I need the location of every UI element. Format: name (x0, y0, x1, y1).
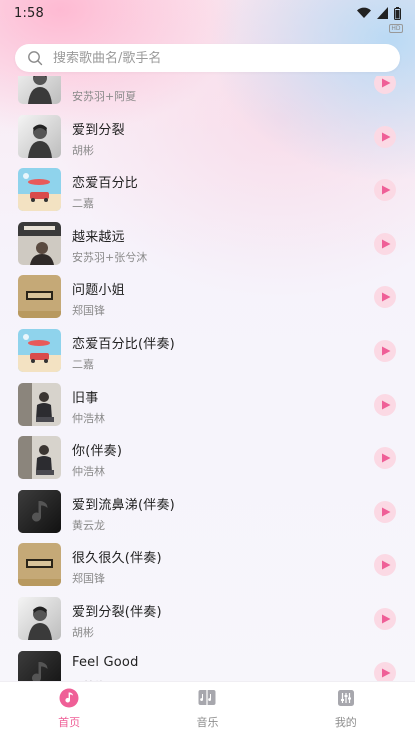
play-icon (382, 132, 391, 142)
play-icon (382, 453, 391, 463)
album-cover-image (18, 489, 61, 533)
song-title: 越来越远 (72, 229, 125, 245)
tab-mine[interactable]: 我的 (301, 682, 391, 739)
equalizer-icon (337, 690, 354, 706)
music-book-icon (198, 690, 216, 705)
song-row[interactable]: 很久很久(伴奏) 郑国锋 (0, 537, 415, 591)
song-artist: 郑国锋 (72, 572, 105, 586)
signal-icon (377, 7, 388, 19)
song-artist: 二嘉 (72, 357, 94, 371)
hd-badge: HD (389, 24, 403, 33)
play-button[interactable] (374, 232, 396, 255)
play-icon (382, 292, 391, 302)
song-list: 安苏羽+阿夏 爱到分裂 胡彬 恋爱百分比 二嘉 越来越远 安苏羽+张兮沐 问题小姐 郑国锋 恋爱百… (0, 76, 415, 681)
song-row[interactable]: 爱到流鼻涕(伴奏) 黄云龙 (0, 484, 415, 538)
play-icon (382, 400, 391, 410)
music-note-icon (59, 688, 79, 708)
song-row[interactable]: 问题小姐 郑国锋 (0, 269, 415, 323)
song-artist: 胡彬 (72, 625, 94, 639)
song-artist: 郑国锋 (72, 304, 105, 318)
song-row[interactable]: 你(伴奏) 仲浩林 (0, 430, 415, 484)
song-row[interactable]: 恋爱百分比 二嘉 (0, 162, 415, 216)
album-cover-image (18, 168, 61, 212)
play-button[interactable] (374, 500, 396, 523)
song-title: 爱到流鼻涕(伴奏) (72, 497, 175, 513)
song-row[interactable]: 爱到分裂(伴奏) 胡彬 (0, 591, 415, 645)
play-icon (382, 614, 391, 624)
song-title: 你(伴奏) (72, 444, 123, 460)
wifi-icon (357, 7, 371, 19)
play-icon (382, 239, 391, 249)
search-bar[interactable] (15, 44, 400, 72)
play-button[interactable] (374, 286, 396, 309)
status-icons (357, 6, 401, 20)
play-icon (382, 185, 391, 195)
song-row[interactable]: 越来越远安苏羽+张兮沐 (0, 216, 415, 270)
album-cover-image (18, 328, 61, 372)
play-icon (382, 668, 391, 678)
bottom-tab-bar: 首页 音乐 我的 (0, 681, 415, 739)
song-artist: 安苏羽+阿夏 (72, 90, 137, 103)
song-artist: 二嘉 (72, 197, 94, 211)
album-cover-image (18, 76, 61, 104)
tab-music-label: 音乐 (196, 716, 219, 729)
play-button[interactable] (374, 554, 396, 577)
song-artist: 黄云龙 (72, 518, 105, 532)
song-row[interactable]: Feel Good周某伦 (0, 645, 415, 681)
status-bar: 1:58 (0, 0, 415, 26)
play-button[interactable] (374, 607, 396, 630)
play-icon (382, 346, 391, 356)
song-title: 爱到分裂(伴奏) (72, 604, 162, 620)
play-icon (382, 507, 391, 517)
song-title: 很久很久(伴奏) (72, 551, 162, 567)
album-cover-image (18, 650, 61, 681)
battery-icon (394, 6, 401, 20)
play-button[interactable] (374, 125, 396, 148)
tab-home-label: 首页 (58, 716, 81, 729)
album-cover-image (18, 382, 61, 426)
song-title: 恋爱百分比(伴奏) (72, 336, 175, 352)
song-title: 恋爱百分比 (72, 176, 139, 192)
song-title: 旧事 (72, 390, 99, 406)
song-artist: 仲浩林 (72, 465, 105, 479)
song-row[interactable]: 恋爱百分比(伴奏) 二嘉 (0, 323, 415, 377)
album-cover-image (18, 596, 61, 640)
play-button[interactable] (374, 393, 396, 416)
status-time: 1:58 (14, 5, 44, 21)
song-row[interactable]: 旧事 仲浩林 (0, 377, 415, 431)
tab-music[interactable]: 音乐 (162, 682, 252, 739)
song-title: 问题小姐 (72, 283, 125, 299)
song-artist: 安苏羽+张兮沐 (72, 250, 148, 264)
play-button[interactable] (374, 661, 396, 681)
tab-home[interactable]: 首页 (24, 682, 114, 739)
song-title: 爱到分裂 (72, 122, 125, 138)
album-cover-image (18, 275, 61, 319)
album-cover-image (18, 114, 61, 158)
search-input[interactable] (53, 50, 353, 66)
album-cover-image (18, 436, 61, 480)
album-cover-image (18, 221, 61, 265)
song-row[interactable]: 爱到分裂 胡彬 (0, 109, 415, 163)
song-list-viewport[interactable]: 安苏羽+阿夏 爱到分裂 胡彬 恋爱百分比 二嘉 越来越远 安苏羽+张兮沐 问题小姐 郑国锋 恋爱百… (0, 76, 415, 681)
album-cover-image (18, 543, 61, 587)
play-icon (382, 560, 391, 570)
play-button[interactable] (374, 447, 396, 470)
song-artist: 胡彬 (72, 143, 94, 157)
search-icon (28, 51, 43, 66)
play-button[interactable] (374, 179, 396, 202)
song-row[interactable]: 安苏羽+阿夏 (0, 76, 415, 109)
play-icon (382, 78, 391, 88)
play-button[interactable] (374, 76, 396, 94)
tab-mine-label: 我的 (334, 716, 357, 729)
song-artist: 仲浩林 (72, 411, 105, 425)
play-button[interactable] (374, 339, 396, 362)
song-title: Feel Good (72, 654, 139, 670)
